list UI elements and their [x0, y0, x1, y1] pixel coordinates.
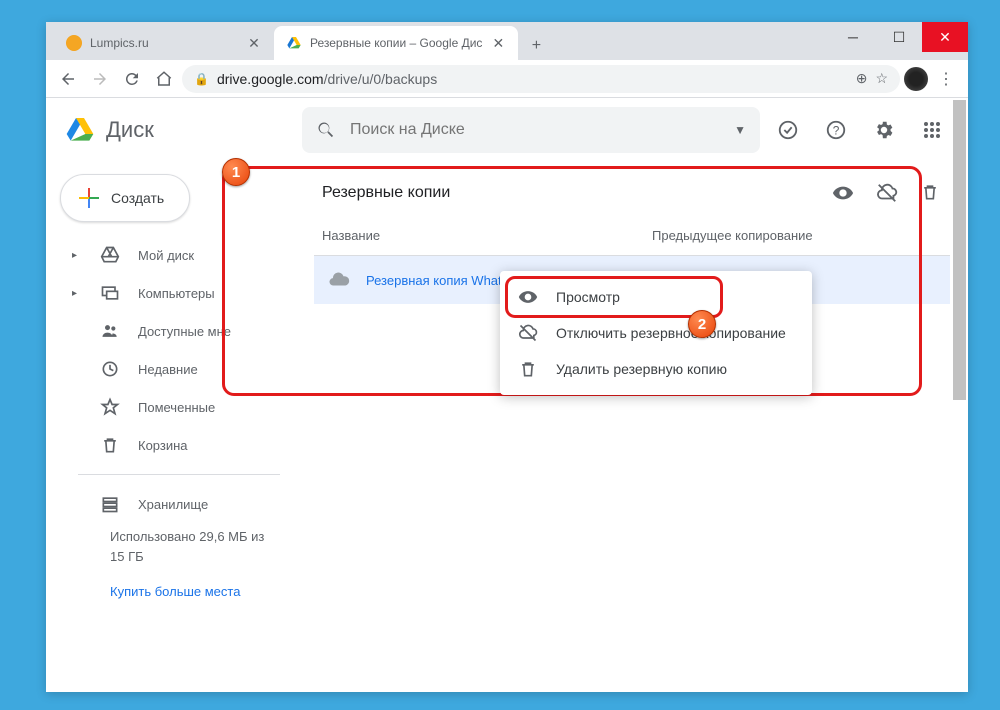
disable-backup-icon[interactable] — [876, 182, 898, 204]
maximize-button[interactable]: ☐ — [876, 22, 922, 52]
apps-button[interactable] — [912, 110, 952, 150]
sidebar-item-label: Корзина — [138, 438, 188, 453]
delete-icon[interactable] — [920, 182, 940, 202]
sidebar-item-label: Доступные мне — [138, 324, 231, 339]
storage-icon — [100, 494, 120, 514]
reload-button[interactable] — [118, 65, 146, 93]
drive-logo[interactable]: Диск — [62, 114, 294, 146]
close-button[interactable]: ✕ — [922, 22, 968, 52]
url-path: /drive/u/0/backups — [324, 71, 438, 87]
sidebar-item-label: Недавние — [138, 362, 198, 377]
minimize-button[interactable]: ─ — [830, 22, 876, 52]
install-icon[interactable]: ⊕ — [856, 70, 868, 87]
create-button[interactable]: Создать — [60, 174, 190, 222]
sidebar-item-recent[interactable]: Недавние — [54, 350, 296, 388]
table-header: Название Предыдущее копирование — [314, 222, 950, 256]
sidebar: Создать ▸Мой диск ▸Компьютеры Доступные … — [46, 162, 296, 607]
sidebar-item-shared[interactable]: Доступные мне — [54, 312, 296, 350]
sidebar-item-computers[interactable]: ▸Компьютеры — [54, 274, 296, 312]
context-menu-label: Отключить резервное копирование — [556, 325, 786, 341]
search-options-icon[interactable]: ▼ — [734, 123, 746, 137]
profile-avatar[interactable] — [904, 67, 928, 91]
sidebar-item-starred[interactable]: Помеченные — [54, 388, 296, 426]
scrollbar-thumb[interactable] — [953, 100, 966, 400]
app-header: Диск ▼ ? — [46, 98, 968, 162]
favicon-icon — [66, 35, 82, 51]
context-menu-delete[interactable]: Удалить резервную копию — [500, 351, 812, 387]
sidebar-item-mydrive[interactable]: ▸Мой диск — [54, 236, 296, 274]
view-icon[interactable] — [832, 182, 854, 204]
create-label: Создать — [111, 190, 164, 206]
plus-icon — [79, 188, 99, 208]
annotation-callout-2: 2 — [688, 310, 716, 338]
page-title: Резервные копии — [322, 184, 450, 202]
search-input[interactable] — [350, 121, 720, 139]
annotation-callout-1: 1 — [222, 158, 250, 186]
sidebar-item-label: Мой диск — [138, 248, 194, 263]
shared-icon — [100, 321, 120, 341]
tab-title: Lumpics.ru — [90, 36, 238, 50]
context-menu-label: Удалить резервную копию — [556, 361, 727, 377]
bookmark-icon[interactable]: ☆ — [875, 70, 888, 87]
app-name: Диск — [106, 117, 154, 143]
browser-tab[interactable]: Резервные копии – Google Дис ✕ — [274, 26, 518, 60]
sidebar-item-label: Помеченные — [138, 400, 215, 415]
drive-favicon-icon — [286, 35, 302, 51]
context-menu-view[interactable]: Просмотр — [500, 279, 812, 315]
context-menu-label: Просмотр — [556, 289, 620, 305]
search-icon — [316, 120, 336, 140]
browser-tab[interactable]: Lumpics.ru ✕ — [54, 26, 274, 60]
help-button[interactable]: ? — [816, 110, 856, 150]
back-button[interactable] — [54, 65, 82, 93]
cloud-icon — [328, 269, 350, 291]
storage-usage: Использовано 29,6 МБ из 15 ГБ — [54, 523, 296, 566]
eye-icon — [518, 287, 538, 307]
computers-icon — [100, 283, 120, 303]
new-tab-button[interactable]: + — [522, 32, 550, 60]
settings-button[interactable] — [864, 110, 904, 150]
ready-offline-button[interactable] — [768, 110, 808, 150]
column-prev: Предыдущее копирование — [652, 228, 813, 243]
buy-storage-link[interactable]: Купить больше места — [54, 566, 296, 599]
drive-logo-icon — [62, 114, 98, 146]
tab-close-icon[interactable]: ✕ — [246, 35, 262, 51]
trash-icon — [100, 435, 120, 455]
recent-icon — [100, 359, 120, 379]
browser-menu-button[interactable]: ⋮ — [932, 65, 960, 93]
mydrive-icon — [100, 245, 120, 265]
home-button[interactable] — [150, 65, 178, 93]
section-header: Резервные копии — [314, 174, 950, 222]
divider — [78, 474, 280, 475]
window-controls: ─ ☐ ✕ — [830, 22, 968, 52]
column-name: Название — [322, 228, 652, 243]
star-icon — [100, 397, 120, 417]
url-field[interactable]: 🔒 drive.google.com/drive/u/0/backups ⊕ ☆ — [182, 65, 900, 93]
sidebar-item-label: Компьютеры — [138, 286, 215, 301]
address-bar: 🔒 drive.google.com/drive/u/0/backups ⊕ ☆… — [46, 60, 968, 98]
sidebar-item-storage[interactable]: Хранилище — [54, 485, 296, 523]
url-domain: drive.google.com — [217, 71, 324, 87]
tab-title: Резервные копии – Google Дис — [310, 36, 482, 50]
main-panel: Резервные копии Название Предыдущее копи… — [296, 162, 968, 186]
tab-close-icon[interactable]: ✕ — [490, 35, 506, 51]
svg-text:?: ? — [833, 124, 840, 138]
cloud-off-icon — [518, 323, 538, 343]
sidebar-item-trash[interactable]: Корзина — [54, 426, 296, 464]
search-box[interactable]: ▼ — [302, 107, 760, 153]
context-menu: Просмотр Отключить резервное копирование… — [500, 271, 812, 395]
forward-button[interactable] — [86, 65, 114, 93]
trash-icon — [518, 359, 538, 379]
context-menu-disable[interactable]: Отключить резервное копирование — [500, 315, 812, 351]
lock-icon: 🔒 — [194, 72, 209, 86]
sidebar-item-label: Хранилище — [138, 497, 208, 512]
